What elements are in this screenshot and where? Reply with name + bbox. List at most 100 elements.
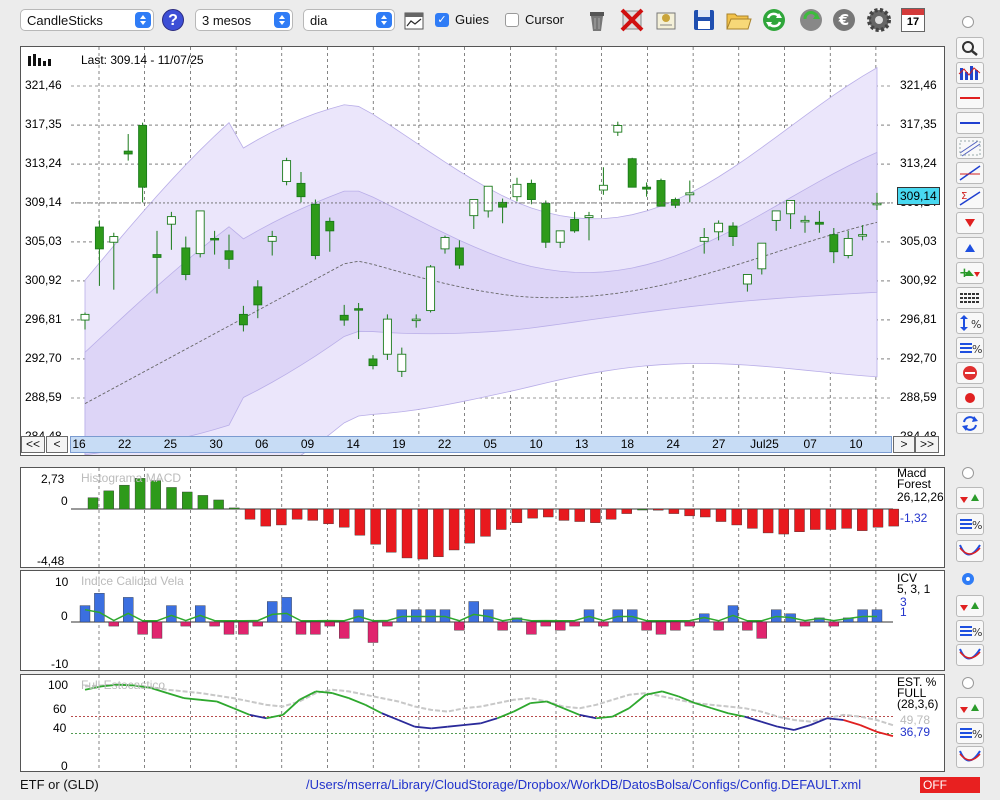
stoch-fast-segment xyxy=(332,692,350,699)
icv-bar xyxy=(137,621,148,635)
stoch-fast-segment xyxy=(167,692,185,699)
macd-value: -1,32 xyxy=(900,511,928,525)
grid-lines-button[interactable] xyxy=(956,287,984,309)
bars-icon xyxy=(28,54,51,66)
candle-body xyxy=(310,203,320,256)
blue-line-button[interactable] xyxy=(956,112,984,134)
candle-body xyxy=(282,160,292,182)
refresh-icon[interactable] xyxy=(760,6,788,34)
price-y-tick-right: 300,92 xyxy=(900,272,937,287)
icv-params: 5, 3, 1 xyxy=(897,582,931,596)
trash-icon[interactable] xyxy=(583,6,611,34)
macd-panel-radio[interactable] xyxy=(962,467,974,479)
stoch-fast-segment xyxy=(216,700,234,710)
add-signals-button[interactable]: + xyxy=(956,262,984,284)
macd-signals-button[interactable] xyxy=(956,487,984,509)
stoch-curve-button[interactable] xyxy=(956,746,984,768)
icv-panel-radio[interactable] xyxy=(962,573,974,585)
icv-bar xyxy=(295,621,307,635)
candle-body xyxy=(814,221,824,225)
stoch-signals-button[interactable] xyxy=(956,697,984,719)
macd-bar xyxy=(339,508,350,528)
macd-bar xyxy=(653,508,664,511)
stoch-fast-segment xyxy=(364,704,383,715)
icv-bar xyxy=(281,597,292,623)
candle-body xyxy=(426,266,436,312)
guides-checkbox[interactable]: ✓ xyxy=(435,13,449,27)
scale-percent-button[interactable]: % xyxy=(956,312,984,334)
help-icon[interactable]: ? xyxy=(162,9,184,31)
icv-bar xyxy=(94,593,105,623)
macd-bar xyxy=(87,497,99,510)
x-tick-label: 30 xyxy=(209,437,223,451)
icv-bar xyxy=(684,621,695,627)
svg-text:%: % xyxy=(972,728,982,741)
candle-body xyxy=(454,247,464,266)
delete-icon[interactable] xyxy=(618,6,646,34)
stoch-fast-segment xyxy=(282,699,300,716)
no-entry-button[interactable] xyxy=(956,362,984,384)
nav-next-button[interactable]: > xyxy=(893,436,915,453)
stoch-fast-segment xyxy=(183,697,201,701)
stoch-y-40: 40 xyxy=(53,721,67,735)
macd-curve-button[interactable] xyxy=(956,540,984,562)
x-tick-label: 22 xyxy=(437,437,452,451)
euro-icon[interactable]: € xyxy=(830,6,858,34)
icv-bar xyxy=(670,621,681,631)
icv-curve-button[interactable] xyxy=(956,644,984,666)
red-line-button[interactable] xyxy=(956,87,984,109)
fibonacci-button[interactable]: Σ xyxy=(956,187,984,209)
period-select[interactable]: 3 mesos xyxy=(195,9,293,31)
interval-select[interactable]: dia xyxy=(303,9,395,31)
price-y-tick-left: 288,59 xyxy=(25,389,62,404)
macd-lines-percent-button[interactable]: % xyxy=(956,513,984,535)
price-panel-radio[interactable] xyxy=(962,16,974,28)
folder-icon[interactable] xyxy=(724,6,752,34)
svg-text:%: % xyxy=(972,519,982,532)
config-path-link[interactable]: /Users/mserra/Library/CloudStorage/Dropb… xyxy=(306,777,861,792)
macd-bar xyxy=(715,508,727,522)
stoch-panel-radio[interactable] xyxy=(962,677,974,689)
macd-bar xyxy=(700,508,711,518)
icv-bar xyxy=(756,621,767,639)
arrow-down-button[interactable] xyxy=(956,212,984,234)
svg-text:€: € xyxy=(838,11,849,29)
calendar-icon[interactable]: 17 xyxy=(901,8,925,32)
zoom-button[interactable] xyxy=(956,37,984,59)
status-off-badge[interactable]: OFF xyxy=(920,777,980,793)
candle-body xyxy=(94,226,104,250)
x-tick-label: 05 xyxy=(483,437,497,451)
icv-bar xyxy=(742,621,753,631)
macd-bar xyxy=(684,508,695,517)
icv-signals-button[interactable] xyxy=(956,595,984,617)
gear-icon[interactable] xyxy=(865,6,893,34)
x-tick-label: 10 xyxy=(849,437,863,451)
stoch-y-60: 60 xyxy=(53,702,67,716)
nav-last-button[interactable]: >> xyxy=(915,436,939,453)
macd-bar xyxy=(323,508,334,525)
chart-icon[interactable] xyxy=(404,12,424,30)
save-icon[interactable] xyxy=(690,6,718,34)
icv-bar xyxy=(526,621,537,635)
chart-type-select[interactable]: CandleSticks xyxy=(20,9,154,31)
candle-body xyxy=(210,237,220,241)
arrow-up-button[interactable] xyxy=(956,237,984,259)
stoch-y-100: 100 xyxy=(48,678,69,692)
stoch-lines-percent-button[interactable]: % xyxy=(956,722,984,744)
macd-bar xyxy=(181,491,193,510)
trendline-button[interactable] xyxy=(956,162,984,184)
candle-body xyxy=(685,192,695,196)
certificate-icon[interactable] xyxy=(652,6,680,34)
candle-body xyxy=(397,353,407,372)
nav-first-button[interactable]: << xyxy=(21,436,45,453)
lines-percent-button[interactable]: % xyxy=(956,337,984,359)
update-icon[interactable] xyxy=(797,6,825,34)
icv-lines-percent-button[interactable]: % xyxy=(956,620,984,642)
channel-button[interactable] xyxy=(956,137,984,159)
swap-button[interactable] xyxy=(956,412,984,434)
macd-bar xyxy=(386,508,397,553)
cursor-checkbox[interactable] xyxy=(505,13,519,27)
record-button[interactable] xyxy=(956,387,984,409)
macd-bar xyxy=(496,508,507,530)
indicator-chart-button[interactable] xyxy=(956,62,984,84)
